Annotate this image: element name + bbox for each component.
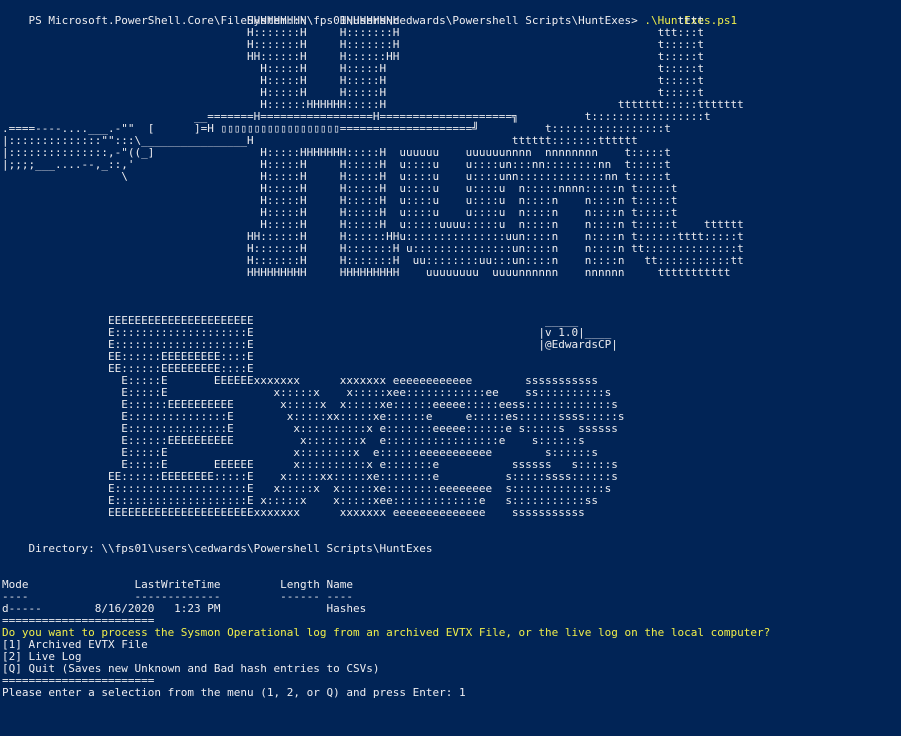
directory-label: Directory: \\fps01\users\cedwards\Powers… — [2, 542, 433, 555]
selection-input-line[interactable]: Please enter a selection from the menu (… — [2, 687, 466, 699]
exes-banner-line: EEEEEEEEEEEEEEEEEEEEEExxxxxxx xxxxxxx ee… — [2, 506, 585, 519]
huntexe-banner-line: HHHHHHHHH HHHHHHHHH uuuuuuuu uuuunnnnnn … — [2, 266, 731, 279]
powershell-console-window[interactable]: PS Microsoft.PowerShell.Core\FileSystem:… — [0, 0, 901, 736]
